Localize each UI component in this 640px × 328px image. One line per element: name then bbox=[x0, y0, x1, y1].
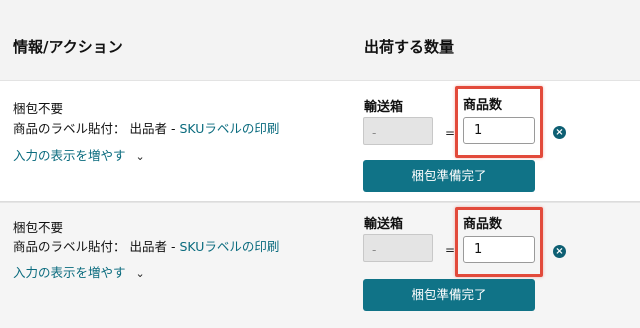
label-prefix: 商品のラベル貼付： 出品者 - bbox=[13, 239, 180, 254]
box-label: 輸送箱 bbox=[364, 100, 404, 115]
label-info: 商品のラベル貼付： 出品者 - SKUラベルの印刷 bbox=[13, 236, 279, 255]
sku-label-link[interactable]: SKUラベルの印刷 bbox=[179, 121, 279, 136]
equals-sign: = bbox=[445, 126, 456, 140]
info-action-header: 情報/アクション bbox=[13, 38, 123, 56]
units-input[interactable]: 1 bbox=[463, 236, 535, 263]
table-row: 梱包不要 商品のラベル貼付： 出品者 - SKUラベルの印刷 入力の表示を増やす… bbox=[0, 202, 640, 328]
box-count-input[interactable]: - bbox=[363, 117, 433, 145]
equals-sign: = bbox=[445, 243, 456, 257]
sku-label-link[interactable]: SKUラベルの印刷 bbox=[179, 239, 279, 254]
close-circle-icon[interactable]: × bbox=[553, 245, 566, 258]
show-more-link[interactable]: 入力の表示を増やす ⌄ bbox=[13, 262, 145, 281]
units-input[interactable]: 1 bbox=[463, 117, 535, 144]
label-info: 商品のラベル貼付： 出品者 - SKUラベルの印刷 bbox=[13, 118, 279, 137]
units-label: 商品数 bbox=[463, 98, 503, 113]
units-label: 商品数 bbox=[463, 217, 503, 232]
pack-ready-button[interactable]: 梱包準備完了 bbox=[363, 160, 535, 192]
table-header: 情報/アクション 出荷する数量 bbox=[0, 0, 640, 81]
quantity-to-ship-header: 出荷する数量 bbox=[364, 38, 455, 56]
box-count-input[interactable]: - bbox=[363, 234, 433, 262]
box-label: 輸送箱 bbox=[364, 217, 404, 232]
show-more-label: 入力の表示を増やす bbox=[13, 148, 126, 163]
pack-ready-button[interactable]: 梱包準備完了 bbox=[363, 279, 535, 311]
show-more-label: 入力の表示を増やす bbox=[13, 265, 126, 280]
show-more-link[interactable]: 入力の表示を増やす ⌄ bbox=[13, 145, 145, 164]
packing-note: 梱包不要 bbox=[13, 101, 64, 116]
table-row: 梱包不要 商品のラベル貼付： 出品者 - SKUラベルの印刷 入力の表示を増やす… bbox=[0, 81, 640, 201]
packing-note: 梱包不要 bbox=[13, 220, 64, 235]
chevron-down-icon: ⌄ bbox=[135, 267, 145, 280]
close-circle-icon[interactable]: × bbox=[553, 126, 566, 139]
label-prefix: 商品のラベル貼付： 出品者 - bbox=[13, 121, 180, 136]
chevron-down-icon: ⌄ bbox=[135, 150, 145, 163]
